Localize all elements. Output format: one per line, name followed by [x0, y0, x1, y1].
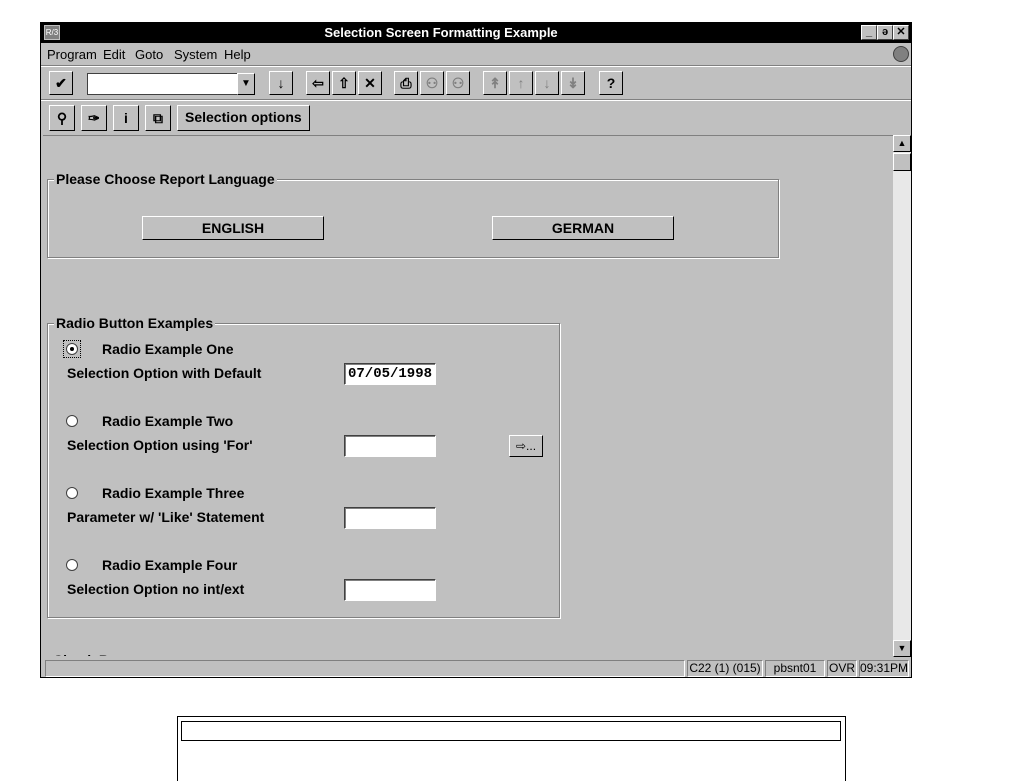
cancel-icon[interactable]: ✕ [358, 71, 382, 95]
status-bar: C22 (1) (015) pbsnt01 OVR 09:31PM [41, 660, 911, 677]
radio-example-four[interactable] [66, 559, 78, 571]
enter-icon[interactable]: ✔ [49, 71, 73, 95]
execute-icon[interactable]: ⚲ [49, 105, 75, 131]
status-mode[interactable]: OVR [827, 660, 857, 677]
selection-option-default-label: Selection Option with Default [67, 365, 262, 381]
radio-example-three-label: Radio Example Three [102, 485, 245, 501]
find-next-icon[interactable]: ⚇ [446, 71, 470, 95]
standard-toolbar: ✔ ▼ ↓ ⇦ ⇧ ✕ ⎙ ⚇ ⚇ ↟ ↑ ↓ ↡ ? [41, 67, 911, 99]
checkbox-frame-title-cutoff: Check Boxes [53, 652, 141, 656]
previous-page-icon[interactable]: ↑ [509, 71, 533, 95]
menu-goto[interactable]: Goto [135, 47, 163, 62]
application-toolbar: ⚲ ✑ i ⧉ Selection options [41, 101, 911, 133]
sap-window: R/3 Selection Screen Formatting Example … [40, 22, 912, 678]
german-button[interactable]: GERMAN [492, 216, 674, 240]
selection-option-for-field[interactable] [344, 435, 436, 457]
find-icon[interactable]: ⚇ [420, 71, 444, 95]
radio-example-two-label: Radio Example Two [102, 413, 234, 429]
status-system: C22 (1) (015) [687, 660, 763, 677]
command-dropdown-icon[interactable]: ▼ [237, 73, 255, 95]
next-page-icon[interactable]: ↓ [535, 71, 559, 95]
scroll-up-icon[interactable]: ▲ [893, 135, 911, 152]
bottom-frame [177, 716, 846, 781]
info-icon[interactable]: i [113, 105, 139, 131]
menu-system[interactable]: System [174, 47, 217, 62]
parameter-like-field[interactable] [344, 507, 436, 529]
language-frame-title: Please Choose Report Language [54, 171, 277, 187]
status-message [45, 660, 685, 677]
last-page-icon[interactable]: ↡ [561, 71, 585, 95]
selection-options-button[interactable]: Selection options [177, 105, 310, 131]
radio-example-one-label: Radio Example One [102, 341, 234, 357]
radio-example-two[interactable] [66, 415, 78, 427]
scroll-down-icon[interactable]: ▼ [893, 640, 911, 657]
selection-option-no-intext-field[interactable] [344, 579, 436, 601]
parameter-like-label: Parameter w/ 'Like' Statement [67, 509, 265, 525]
window-title: Selection Screen Formatting Example [324, 25, 558, 40]
radio-example-four-label: Radio Example Four [102, 557, 238, 573]
language-frame: Please Choose Report Language ENGLISH GE… [47, 171, 779, 258]
menu-bar: Program Edit Goto System Help [41, 43, 911, 65]
menu-edit[interactable]: Edit [103, 47, 125, 62]
get-variant-icon[interactable]: ✑ [81, 105, 107, 131]
close-button[interactable]: ✕ [893, 25, 909, 40]
menu-help[interactable]: Help [224, 47, 251, 62]
save-icon[interactable]: ↓ [269, 71, 293, 95]
selection-option-no-intext-label: Selection Option no int/ext [67, 581, 245, 597]
multiple-selection-arrow-icon[interactable]: ⇨... [509, 435, 543, 457]
command-field[interactable] [87, 73, 255, 95]
copy-icon[interactable]: ⧉ [145, 105, 171, 131]
radio-frame-title: Radio Button Examples [54, 315, 216, 331]
scroll-thumb[interactable] [893, 153, 911, 171]
title-bar: R/3 Selection Screen Formatting Example … [41, 23, 911, 43]
exit-icon[interactable]: ⇧ [332, 71, 356, 95]
radio-frame: Radio Button Examples Radio Example One … [47, 315, 560, 618]
radio-example-three[interactable] [66, 487, 78, 499]
english-button[interactable]: ENGLISH [142, 216, 324, 240]
status-globe-icon [893, 46, 909, 62]
radio-example-one[interactable] [66, 343, 78, 355]
window-controls: _ ə ✕ [861, 25, 909, 40]
restore-button[interactable]: ə [877, 25, 893, 40]
status-time: 09:31PM [859, 660, 909, 677]
selection-option-for-label: Selection Option using 'For' [67, 437, 253, 453]
help-icon[interactable]: ? [599, 71, 623, 95]
bottom-inner-box [181, 721, 841, 741]
print-icon[interactable]: ⎙ [394, 71, 418, 95]
selection-screen: Please Choose Report Language ENGLISH GE… [43, 135, 893, 656]
selection-option-default-field[interactable]: 07/05/1998 [344, 363, 436, 385]
vertical-scrollbar[interactable]: ▲ ▼ [893, 135, 911, 657]
minimize-button[interactable]: _ [861, 25, 877, 40]
first-page-icon[interactable]: ↟ [483, 71, 507, 95]
back-icon[interactable]: ⇦ [306, 71, 330, 95]
menu-program[interactable]: Program [47, 47, 97, 62]
status-server: pbsnt01 [765, 660, 825, 677]
